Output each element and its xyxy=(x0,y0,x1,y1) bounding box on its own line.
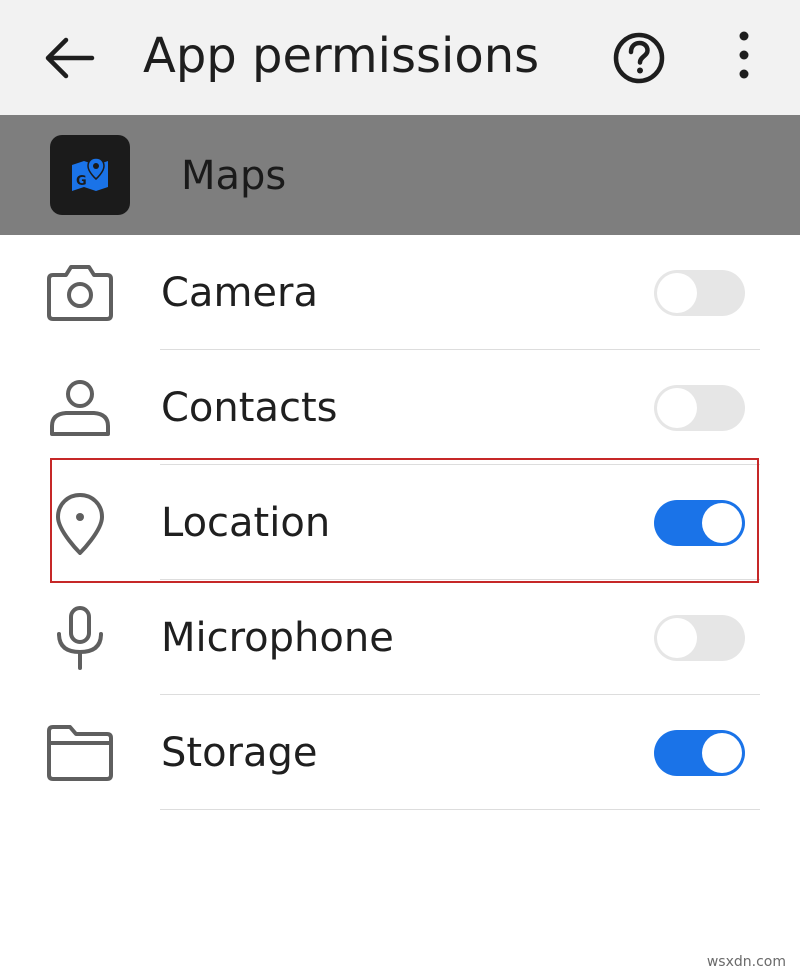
app-header: G Maps xyxy=(0,115,800,235)
permission-row-camera[interactable]: Camera xyxy=(0,235,800,350)
divider xyxy=(160,809,760,810)
permission-row-contacts[interactable]: Contacts xyxy=(0,350,800,465)
permission-row-microphone[interactable]: Microphone xyxy=(0,580,800,695)
camera-icon xyxy=(44,261,116,325)
help-circle-icon xyxy=(613,32,665,84)
permission-list: Camera Contacts Location Microphone Stor… xyxy=(0,235,800,810)
toggle-knob xyxy=(657,388,697,428)
camera-toggle[interactable] xyxy=(654,270,745,316)
toggle-knob xyxy=(702,733,742,773)
google-maps-icon: G xyxy=(50,135,130,215)
storage-toggle[interactable] xyxy=(654,730,745,776)
person-icon xyxy=(44,376,116,440)
toggle-knob xyxy=(702,503,742,543)
watermark: wsxdn.com xyxy=(706,954,786,970)
location-toggle[interactable] xyxy=(654,500,745,546)
permission-label: Location xyxy=(161,500,331,546)
more-options-button[interactable] xyxy=(728,28,760,84)
svg-text:G: G xyxy=(76,174,87,189)
app-permissions-screen: App permissions G Maps Camera Contacts L… xyxy=(0,0,800,980)
toggle-knob xyxy=(657,618,697,658)
page-title: App permissions xyxy=(143,28,540,84)
help-button[interactable] xyxy=(611,30,667,86)
permission-label: Camera xyxy=(161,270,318,316)
permission-row-location[interactable]: Location xyxy=(0,465,800,580)
permission-label: Storage xyxy=(161,730,318,776)
top-app-bar: App permissions xyxy=(0,0,800,115)
back-button[interactable] xyxy=(40,28,100,88)
arrow-left-icon xyxy=(45,37,95,79)
permission-label: Microphone xyxy=(161,615,394,661)
microphone-toggle[interactable] xyxy=(654,615,745,661)
contacts-toggle[interactable] xyxy=(654,385,745,431)
toggle-knob xyxy=(657,273,697,313)
permission-row-storage[interactable]: Storage xyxy=(0,695,800,810)
app-name: Maps xyxy=(181,153,287,199)
microphone-icon xyxy=(44,606,116,670)
folder-icon xyxy=(44,721,116,785)
permission-label: Contacts xyxy=(161,385,338,431)
location-pin-icon xyxy=(44,491,116,555)
more-vertical-icon xyxy=(739,31,749,79)
